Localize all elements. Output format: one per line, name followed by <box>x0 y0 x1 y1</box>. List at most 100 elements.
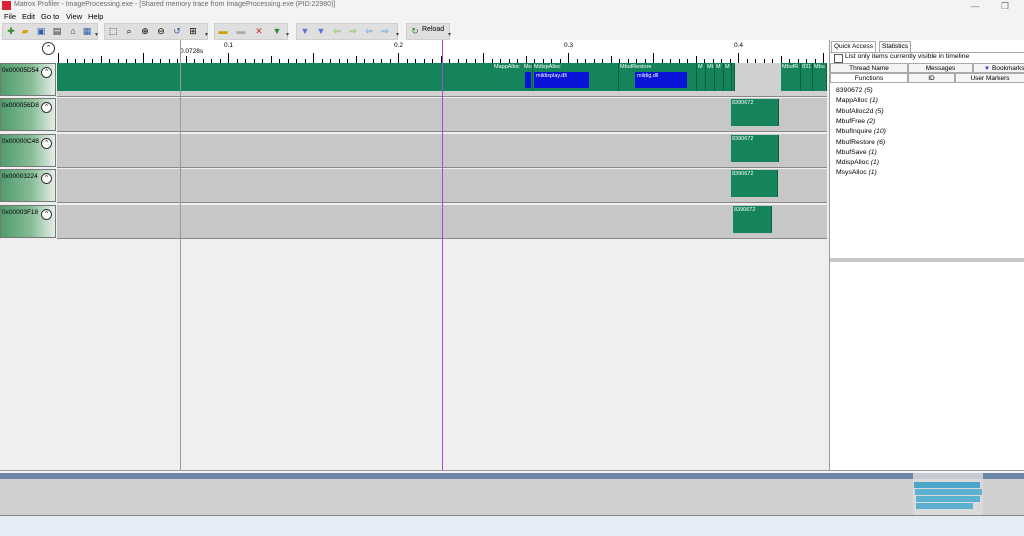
restore-icon[interactable]: ❐ <box>996 0 1014 12</box>
collapse-all-button[interactable]: ⌃ <box>42 42 55 55</box>
function-list-item[interactable]: MappAlloc (1) <box>836 96 878 106</box>
window-title: Matrox Profiler - ImageProcessing.exe - … <box>14 1 336 8</box>
collapse-icon[interactable]: ^ <box>41 102 52 113</box>
bookmark-icon[interactable]: ▬ <box>217 25 229 37</box>
new-icon[interactable]: ✚ <box>5 25 17 37</box>
function-name: MbufSave <box>836 148 867 156</box>
function-block[interactable]: MappAlloc <box>493 63 525 91</box>
function-block[interactable]: Mt <box>706 63 715 91</box>
arrow-left-blue-icon[interactable]: ⇦ <box>363 25 375 37</box>
quick-access-panel: Quick Access Statistics List only items … <box>829 40 1024 470</box>
header-functions[interactable]: Functions <box>830 73 908 83</box>
function-block[interactable]: M <box>697 63 706 91</box>
save-icon[interactable]: ▣ <box>35 25 47 37</box>
function-name: MsysAlloc <box>836 169 867 177</box>
home-icon[interactable]: ⌂ <box>67 25 79 37</box>
function-name: MbufFree <box>836 117 866 125</box>
minimize-icon[interactable]: — <box>966 0 984 12</box>
overview-scroll-area[interactable] <box>0 516 1024 536</box>
reload-button[interactable]: ↻ Reload <box>406 23 450 40</box>
header-id[interactable]: ID <box>908 73 955 83</box>
chevron-down-icon[interactable]: ▾ <box>205 31 208 38</box>
function-list-item[interactable]: MbufAlloc2d (5) <box>836 107 884 117</box>
thread-label[interactable]: 0x00005D54 ^ <box>0 63 56 96</box>
chevron-down-icon[interactable]: ▾ <box>286 31 289 38</box>
dll-block[interactable]: mildig.dll <box>635 72 687 88</box>
arrow-right-blue-icon[interactable]: ⇨ <box>379 25 391 37</box>
header-bookmarks[interactable]: ▼ Bookmarks <box>973 63 1024 73</box>
function-block[interactable]: 8390672 <box>731 135 779 162</box>
function-name: MappAlloc <box>836 97 868 105</box>
panel-splitter[interactable] <box>830 258 1024 262</box>
dll-block[interactable]: mildisplay.dll <box>534 72 589 88</box>
function-list-item[interactable]: MbufFree (2) <box>836 117 875 127</box>
collapse-icon[interactable]: ^ <box>41 209 52 220</box>
open-folder-icon[interactable]: ▰ <box>19 25 31 37</box>
zoom-out-icon[interactable]: ⊖ <box>155 25 167 37</box>
function-block[interactable]: 8390672 <box>733 206 772 233</box>
function-block[interactable]: MbufR <box>781 63 801 91</box>
header-thread-name[interactable]: Thread Name <box>830 63 908 73</box>
function-block[interactable]: 8390672 <box>731 99 779 126</box>
reload-label: Reload <box>422 26 445 33</box>
title-bar: Matrox Profiler - ImageProcessing.exe - … <box>0 0 1024 12</box>
bookmark-list-icon[interactable]: ▬ <box>235 25 247 37</box>
function-block[interactable]: 831 <box>801 63 813 91</box>
function-name: MdispAlloc <box>836 159 869 167</box>
toolbar-navigate-group: ▼ ▼ ⇦ ⇨ ⇦ ⇨ <box>296 23 398 40</box>
thread-id: 0x00003224 <box>2 173 38 180</box>
function-list-item[interactable]: MsysAlloc (1) <box>836 168 877 178</box>
function-list-item[interactable]: MbufSave (1) <box>836 148 877 158</box>
menu-help[interactable]: Help <box>88 12 103 22</box>
filter-next-icon[interactable]: ▼ <box>315 25 327 37</box>
function-list-item[interactable]: 8390672 (5) <box>836 86 873 96</box>
function-count: (1) <box>868 148 877 156</box>
menu-view[interactable]: View <box>66 12 82 22</box>
filter-prev-icon[interactable]: ▼ <box>299 25 311 37</box>
delete-icon[interactable]: ✕ <box>253 25 265 37</box>
tick-label: 0.4 <box>734 42 744 49</box>
function-list-item[interactable]: MbufRestore (6) <box>836 138 885 148</box>
menu-edit[interactable]: Edit <box>22 12 35 22</box>
visible-only-checkbox[interactable] <box>834 54 843 63</box>
menu-goto[interactable]: Go to <box>41 12 59 22</box>
chevron-down-icon[interactable]: ▾ <box>95 31 98 38</box>
function-block[interactable]: M <box>715 63 724 91</box>
zoom-search-icon[interactable]: ⌕ <box>123 25 135 37</box>
header-messages[interactable]: Messages <box>908 63 973 73</box>
function-list-item[interactable]: MdispAlloc (1) <box>836 158 879 168</box>
time-marker-line[interactable] <box>442 40 443 470</box>
collapse-icon[interactable]: ^ <box>41 173 52 184</box>
chevron-down-icon[interactable]: ▾ <box>448 31 451 38</box>
function-block[interactable]: 8390672 <box>731 170 778 197</box>
chevron-down-icon[interactable]: ▾ <box>396 31 399 38</box>
arrow-left-icon[interactable]: ⇦ <box>331 25 343 37</box>
ruler-tick <box>610 56 612 63</box>
ruler-tick <box>568 53 569 63</box>
menu-file[interactable]: File <box>4 12 16 22</box>
ruler-tick <box>100 56 102 63</box>
overview-panel[interactable] <box>0 470 1024 536</box>
zoom-fit-icon[interactable]: ⊞ <box>187 25 199 37</box>
function-block[interactable]: Mbu <box>813 63 827 91</box>
function-list-item[interactable]: MbufInquire (10) <box>836 127 886 137</box>
filter-icon[interactable]: ▼ <box>271 25 283 37</box>
dll-block[interactable] <box>525 72 531 88</box>
properties-icon[interactable]: ▦ <box>81 25 93 37</box>
thread-label[interactable]: 0x00003224 ^ <box>0 169 56 202</box>
print-icon[interactable]: ▤ <box>51 25 63 37</box>
collapse-icon[interactable]: ^ <box>41 67 52 78</box>
toolbar-zoom-group: ⬚ ⌕ ⊕ ⊖ ↺ ⊞ <box>104 23 208 40</box>
header-user-markers[interactable]: User Markers <box>955 73 1024 83</box>
thread-label[interactable]: 0x00003F18 ^ <box>0 205 56 238</box>
zoom-select-icon[interactable]: ⬚ <box>107 25 119 37</box>
thread-label[interactable]: 0x00000C48 ^ <box>0 134 56 167</box>
arrow-right-icon[interactable]: ⇨ <box>347 25 359 37</box>
time-ruler[interactable]: 0.0728s 0.1 0.2 0.3 0.4 <box>0 40 829 64</box>
timeline-area[interactable]: 0x00005D54 ^ MappAlloc Mo MdispAlloc mil… <box>0 63 829 469</box>
zoom-in-icon[interactable]: ⊕ <box>139 25 151 37</box>
collapse-icon[interactable]: ^ <box>41 138 52 149</box>
zoom-reset-icon[interactable]: ↺ <box>171 25 183 37</box>
thread-label[interactable]: 0x000056D8 ^ <box>0 98 56 131</box>
function-block[interactable]: M <box>724 63 732 91</box>
